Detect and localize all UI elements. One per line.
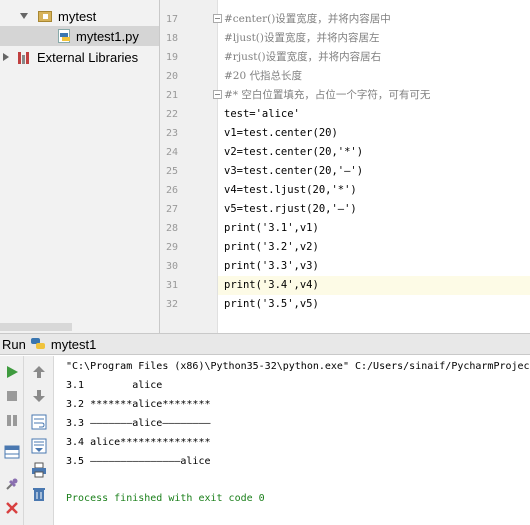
trash-icon[interactable] — [29, 484, 49, 504]
line-number: 25 — [165, 166, 178, 177]
scroll-to-end-icon[interactable] — [29, 436, 49, 456]
tree-item-label: mytest — [58, 8, 97, 24]
console-output-line: 3.3 ———————alice———————— — [66, 418, 211, 429]
horizontal-scrollbar[interactable] — [0, 323, 72, 331]
run-toolbar-right — [24, 356, 54, 525]
line-number: 24 — [165, 147, 178, 158]
library-icon — [18, 51, 32, 64]
code-line[interactable]: #rjust()设置宽度，并将内容居右 — [224, 48, 381, 67]
code-line[interactable]: print('3.4',v4) — [224, 276, 319, 295]
code-line[interactable]: #center()设置宽度，并将内容居中 — [224, 10, 391, 29]
console-output-line: 3.2 *******alice******** — [66, 399, 211, 410]
line-number: 19 — [165, 52, 178, 63]
line-number: 26 — [165, 185, 178, 196]
code-line[interactable]: v4=test.ljust(20,'*') — [224, 181, 357, 200]
collapse-arrow-icon[interactable] — [3, 53, 9, 61]
code-line[interactable]: print('3.1',v1) — [224, 219, 319, 238]
layout-icon[interactable] — [2, 442, 22, 462]
code-line[interactable]: #ljust()设置宽度，并将内容居左 — [224, 29, 379, 48]
python-run-config-icon — [30, 337, 47, 351]
folder-icon — [38, 10, 52, 22]
code-line[interactable]: print('3.5',v5) — [224, 295, 319, 314]
run-config-tab[interactable]: mytest1 — [51, 337, 97, 352]
line-number: 18 — [165, 33, 178, 44]
code-line[interactable]: v5=test.rjust(20,'—') — [224, 200, 357, 219]
console-output-line: 3.1 alice — [66, 380, 163, 391]
up-arrow-icon[interactable] — [29, 362, 49, 382]
code-line[interactable]: #20 代指总长度 — [224, 67, 302, 86]
tree-item-label: External Libraries — [37, 49, 139, 65]
code-line[interactable]: v1=test.center(20) — [224, 124, 338, 143]
process-finished-message: Process finished with exit code 0 — [66, 493, 265, 504]
code-line[interactable]: test='alice' — [224, 105, 300, 124]
line-number: 30 — [165, 261, 178, 272]
print-icon[interactable] — [29, 460, 49, 480]
pin-icon[interactable] — [2, 474, 22, 494]
line-number: 28 — [165, 223, 178, 234]
stop-icon[interactable] — [2, 386, 22, 406]
console-output-line: 3.5 ———————————————alice — [66, 456, 211, 467]
run-icon[interactable] — [2, 362, 22, 382]
code-line[interactable]: #* 空白位置填充，占位一个字符，可有可无 — [224, 86, 430, 105]
code-line[interactable]: print('3.2',v2) — [224, 238, 319, 257]
line-number: 29 — [165, 242, 178, 253]
run-toolbar-left — [0, 356, 24, 525]
python-file-icon — [58, 29, 70, 43]
line-number: 17 — [165, 14, 178, 25]
project-tree: mytest mytest1.py External Libraries — [0, 0, 160, 333]
tree-item-mytest[interactable]: mytest — [20, 6, 96, 26]
tree-item-mytest1-py[interactable]: mytest1.py — [0, 26, 159, 46]
line-number: 22 — [165, 109, 178, 120]
line-number: 32 — [165, 299, 178, 310]
console-command-line: "C:\Program Files (x86)\Python35-32\pyth… — [66, 361, 530, 372]
code-line[interactable]: print('3.3',v3) — [224, 257, 319, 276]
code-line[interactable]: v2=test.center(20,'*') — [224, 143, 363, 162]
soft-wrap-icon[interactable] — [29, 412, 49, 432]
tree-item-label: mytest1.py — [76, 28, 139, 44]
line-number: 20 — [165, 71, 178, 82]
fold-toggle-icon[interactable] — [213, 14, 222, 23]
tree-item-external-libraries[interactable]: External Libraries — [3, 47, 138, 67]
line-number: 23 — [165, 128, 178, 139]
pause-icon[interactable] — [2, 410, 22, 430]
line-number: 27 — [165, 204, 178, 215]
console-output-line: 3.4 alice*************** — [66, 437, 211, 448]
fold-toggle-icon[interactable] — [213, 90, 222, 99]
run-panel-header: Run mytest1 — [0, 333, 530, 355]
line-number: 31 — [165, 280, 178, 291]
down-arrow-icon[interactable] — [29, 386, 49, 406]
expand-arrow-icon[interactable] — [20, 13, 28, 19]
run-panel-title: Run — [2, 336, 26, 352]
code-line[interactable]: v3=test.center(20,'—') — [224, 162, 363, 181]
close-icon[interactable] — [2, 498, 22, 518]
line-number: 21 — [165, 90, 178, 101]
